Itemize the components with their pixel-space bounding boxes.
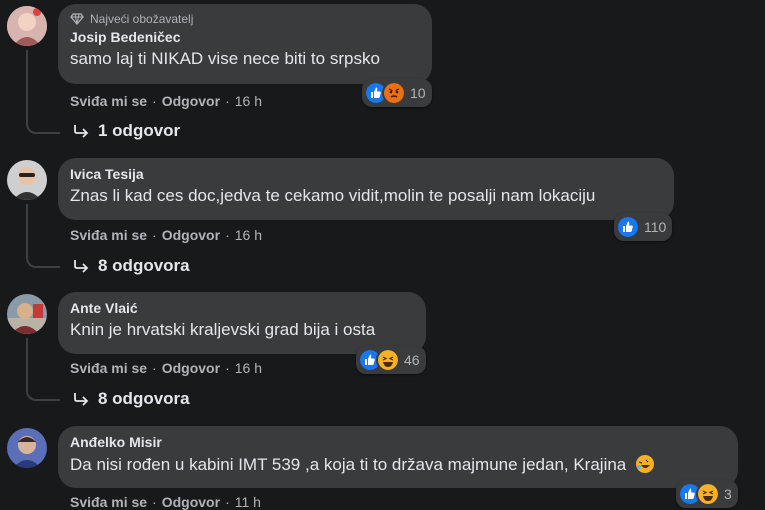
- reply-link[interactable]: Odgovor: [162, 93, 220, 109]
- avatar[interactable]: [7, 160, 47, 200]
- reply-arrow-icon: [74, 393, 89, 406]
- comment-actions: Sviđa mi se · Odgovor · 11 h: [70, 494, 261, 510]
- avatar-photo-icon: [7, 294, 47, 334]
- comment-text-body: Da nisi rođen u kabini IMT 539 ,a koja t…: [70, 455, 627, 474]
- separator-dot: ·: [225, 93, 230, 109]
- avatar[interactable]: [7, 294, 47, 334]
- avatar-photo-icon: [7, 160, 47, 200]
- comment-actions: Sviđa mi se · Odgovor · 16 h: [70, 227, 262, 243]
- reply-link[interactable]: Odgovor: [162, 360, 220, 376]
- reaction-summary[interactable]: 10: [362, 79, 432, 107]
- reaction-count: 3: [724, 486, 732, 502]
- comment-text: Da nisi rođen u kabini IMT 539 ,a koja t…: [70, 454, 724, 475]
- separator-dot: ·: [225, 360, 230, 376]
- like-link[interactable]: Sviđa mi se: [70, 93, 147, 109]
- comment-actions: Sviđa mi se · Odgovor · 16 h: [70, 93, 262, 109]
- like-link[interactable]: Sviđa mi se: [70, 227, 147, 243]
- comments-feed: Najveći obožavatelj Josip Bedeničec samo…: [0, 0, 765, 510]
- like-icon: [616, 215, 640, 239]
- timestamp[interactable]: 16 h: [235, 360, 262, 376]
- avatar-photo-icon: [7, 428, 47, 468]
- separator-dot: ·: [225, 494, 230, 510]
- replies-count: 8 odgovora: [98, 389, 190, 408]
- separator-dot: ·: [152, 93, 157, 109]
- timestamp[interactable]: 11 h: [235, 494, 261, 510]
- comment-bubble: Ivica Tesija Znas li kad ces doc,jedva t…: [58, 158, 674, 220]
- comment-bubble: Ante Vlaić Knin je hrvatski kraljevski g…: [58, 292, 426, 354]
- reaction-count: 110: [644, 219, 667, 235]
- view-replies-link[interactable]: 8 odgovora: [72, 256, 190, 276]
- reply-arrow-icon: [74, 125, 89, 138]
- badge-label: Najveći obožavatelj: [90, 12, 194, 26]
- like-link[interactable]: Sviđa mi se: [70, 360, 147, 376]
- comment-author[interactable]: Ante Vlaić: [70, 300, 412, 316]
- rofl-emoji-icon: [636, 455, 654, 473]
- timestamp[interactable]: 16 h: [235, 93, 262, 109]
- like-link[interactable]: Sviđa mi se: [70, 494, 147, 510]
- comment-bubble: Anđelko Misir Da nisi rođen u kabini IMT…: [58, 426, 738, 488]
- comment-text: Znas li kad ces doc,jedva te cekamo vidi…: [70, 186, 596, 205]
- reaction-summary[interactable]: 3: [676, 480, 738, 508]
- view-replies-link[interactable]: 1 odgovor: [72, 121, 180, 141]
- separator-dot: ·: [152, 494, 157, 510]
- reaction-summary[interactable]: 46: [356, 346, 426, 374]
- avatar-photo-icon: [7, 6, 47, 46]
- thread-line: [26, 338, 28, 388]
- comment-author[interactable]: Josip Bedeničec: [70, 29, 418, 45]
- reply-link[interactable]: Odgovor: [162, 494, 220, 510]
- replies-count: 8 odgovora: [98, 256, 190, 275]
- separator-dot: ·: [152, 360, 157, 376]
- comment-actions: Sviđa mi se · Odgovor · 16 h: [70, 360, 262, 376]
- diamond-icon: [70, 13, 84, 25]
- reply-arrow-icon: [74, 260, 89, 273]
- thread-curve: [26, 252, 60, 268]
- comment-author[interactable]: Ivica Tesija: [70, 166, 660, 182]
- separator-dot: ·: [152, 227, 157, 243]
- reaction-count: 10: [410, 85, 426, 101]
- reply-link[interactable]: Odgovor: [162, 227, 220, 243]
- separator-dot: ·: [225, 227, 230, 243]
- haha-icon: [376, 348, 400, 372]
- thread-curve: [26, 118, 60, 134]
- comment-text: Knin je hrvatski kraljevski grad bija i …: [70, 320, 376, 339]
- replies-count: 1 odgovor: [98, 121, 181, 140]
- comment-bubble: Najveći obožavatelj Josip Bedeničec samo…: [58, 4, 432, 84]
- thread-curve: [26, 385, 60, 401]
- timestamp[interactable]: 16 h: [235, 227, 262, 243]
- view-replies-link[interactable]: 8 odgovora: [72, 389, 190, 409]
- reaction-count: 46: [404, 352, 420, 368]
- avatar[interactable]: [7, 428, 47, 468]
- comment-text: samo laj ti NIKAD vise nece biti to srps…: [70, 49, 380, 68]
- angry-icon: [382, 81, 406, 105]
- top-fan-badge: Najveći obožavatelj: [70, 12, 418, 26]
- haha-icon: [696, 482, 720, 506]
- comment-author[interactable]: Anđelko Misir: [70, 434, 724, 450]
- thread-line: [26, 50, 28, 120]
- thread-line: [26, 204, 28, 254]
- avatar[interactable]: [7, 6, 47, 46]
- reaction-summary[interactable]: 110: [614, 213, 673, 241]
